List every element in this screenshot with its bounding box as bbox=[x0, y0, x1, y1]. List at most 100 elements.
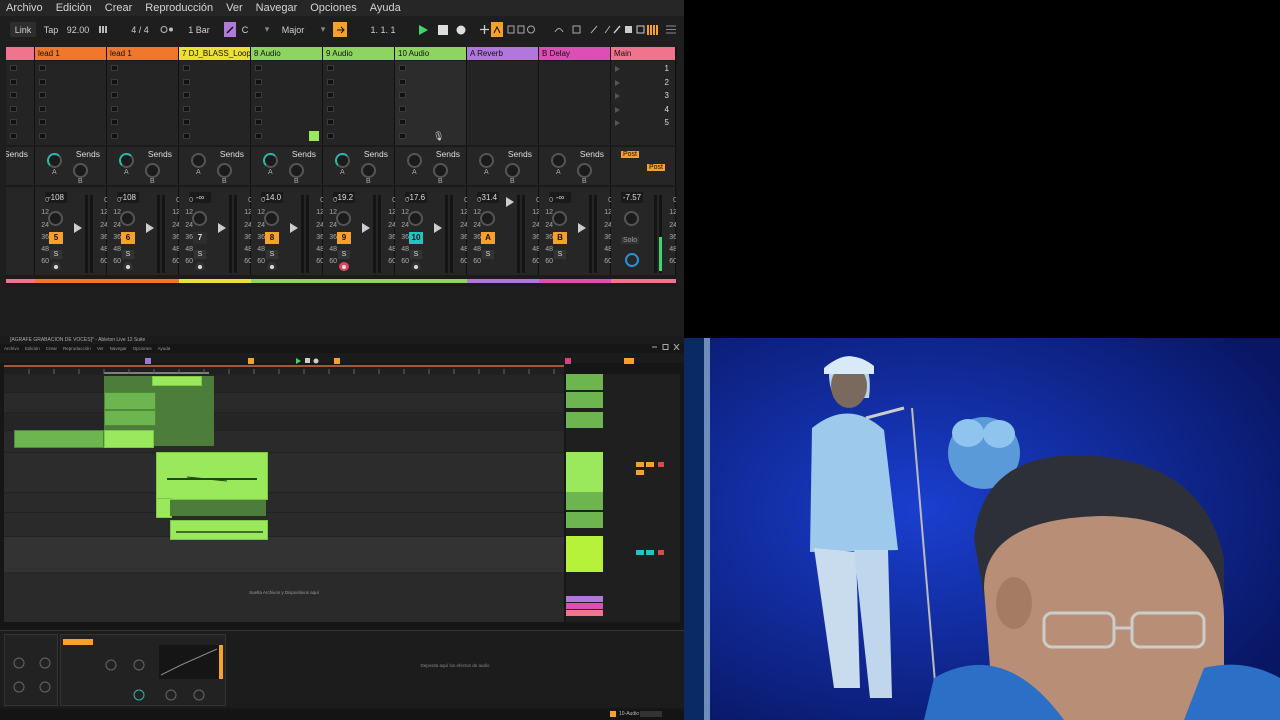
send-a-knob[interactable] bbox=[119, 153, 134, 168]
stop-icon[interactable] bbox=[436, 22, 450, 37]
track-activator[interactable]: 5 bbox=[49, 232, 63, 244]
menu-ver[interactable]: Ver bbox=[226, 2, 243, 14]
track-activator[interactable]: B bbox=[553, 232, 567, 244]
clip-slot-stop-button[interactable] bbox=[183, 132, 190, 139]
track-title[interactable] bbox=[6, 47, 35, 60]
sub-menu-crear[interactable]: Crear bbox=[46, 345, 57, 352]
send-b-knob[interactable] bbox=[289, 163, 304, 178]
sub-menu-archivo[interactable]: Archivo bbox=[4, 345, 19, 352]
audio-clip[interactable] bbox=[14, 430, 104, 448]
clip-slot-stop-button[interactable] bbox=[111, 92, 118, 98]
fader-handle-icon[interactable] bbox=[578, 223, 586, 233]
sub-menu-reproduccion[interactable]: Reproducción bbox=[63, 345, 91, 352]
fader-handle-icon[interactable] bbox=[434, 223, 442, 233]
solo-button[interactable]: S bbox=[194, 250, 206, 259]
arrangement-ruler[interactable] bbox=[4, 365, 564, 374]
solo-button[interactable]: S bbox=[410, 250, 422, 259]
scene-number[interactable]: 3 bbox=[665, 91, 669, 100]
track-header-selected[interactable] bbox=[566, 452, 603, 492]
scene-launch-icon[interactable] bbox=[615, 93, 620, 99]
send-b-knob[interactable] bbox=[145, 163, 160, 178]
clip-slot-stop-button[interactable] bbox=[255, 92, 262, 98]
utility-device[interactable] bbox=[4, 634, 58, 706]
clip-playing-indicator[interactable] bbox=[309, 131, 319, 141]
menu-ayuda[interactable]: Ayuda bbox=[370, 2, 401, 14]
send-b-knob[interactable] bbox=[73, 163, 88, 178]
key-scale-toggle-icon[interactable] bbox=[224, 22, 236, 37]
send-a-knob[interactable] bbox=[191, 153, 206, 168]
arm-button[interactable] bbox=[411, 262, 421, 271]
quantization-select[interactable]: 1 Bar bbox=[182, 22, 216, 37]
overdub-icon[interactable] bbox=[478, 22, 490, 37]
menu-navegar[interactable]: Navegar bbox=[256, 2, 298, 14]
clip-slot-stop-button[interactable] bbox=[183, 92, 190, 98]
scene-number[interactable]: 2 bbox=[665, 78, 669, 87]
fader-handle-icon[interactable] bbox=[74, 223, 82, 233]
arrangement-area[interactable] bbox=[4, 374, 564, 622]
audio-clip[interactable] bbox=[104, 410, 156, 426]
track-activator[interactable]: 8 bbox=[265, 232, 279, 244]
track-header[interactable] bbox=[566, 374, 603, 390]
pan-knob[interactable] bbox=[192, 211, 207, 226]
play-icon[interactable] bbox=[416, 22, 430, 37]
clip-slot-stop-button[interactable] bbox=[399, 78, 406, 85]
clip-slot-stop-button[interactable] bbox=[111, 65, 118, 71]
track-activator[interactable]: 6 bbox=[121, 232, 135, 244]
clip-slot-stop-button[interactable] bbox=[255, 119, 262, 125]
clip-slot-stop-button[interactable] bbox=[399, 119, 406, 125]
clip-slot-stop-button[interactable] bbox=[327, 105, 334, 112]
scene-launch-icon[interactable] bbox=[615, 66, 620, 72]
fader-handle-icon[interactable] bbox=[362, 223, 370, 233]
loop-draw-icons[interactable] bbox=[552, 22, 612, 37]
compressor-device[interactable] bbox=[60, 634, 226, 706]
fader-handle-icon[interactable] bbox=[218, 223, 226, 233]
solo-button[interactable]: S bbox=[338, 250, 350, 259]
send-a-knob[interactable] bbox=[335, 153, 350, 168]
track-title[interactable]: 10 Audio bbox=[395, 47, 467, 60]
clip-slot-stop-button[interactable] bbox=[10, 92, 17, 98]
send-a-knob[interactable] bbox=[47, 153, 62, 168]
tempo-field[interactable]: 92.00 bbox=[64, 22, 92, 37]
automation-arm-icon[interactable] bbox=[491, 22, 503, 37]
track-title[interactable]: B Delay bbox=[539, 47, 611, 60]
scene-number[interactable]: 5 bbox=[665, 118, 669, 127]
pan-knob[interactable] bbox=[120, 211, 135, 226]
clip-slot-stop-button[interactable] bbox=[10, 65, 17, 71]
return-track-a[interactable] bbox=[566, 596, 603, 602]
arm-button[interactable] bbox=[267, 262, 277, 271]
session-record-icons[interactable] bbox=[506, 22, 536, 37]
solo-button[interactable]: S bbox=[482, 250, 494, 259]
chevron-down-icon[interactable]: ▾ bbox=[262, 22, 272, 37]
scene-launch-icon[interactable] bbox=[615, 79, 620, 86]
track-activator[interactable]: A bbox=[481, 232, 495, 244]
fader-handle-icon[interactable] bbox=[146, 223, 154, 233]
pan-knob[interactable] bbox=[408, 211, 423, 226]
clip-slot-stop-button[interactable] bbox=[399, 92, 406, 98]
clip-slot-stop-button[interactable] bbox=[10, 105, 17, 112]
clip-slot-stop-button[interactable] bbox=[39, 78, 46, 85]
audio-clip[interactable] bbox=[152, 376, 202, 386]
menu-reproduccion[interactable]: Reproducción bbox=[145, 2, 213, 14]
scene-number[interactable]: 1 bbox=[665, 64, 669, 73]
track-title[interactable]: A Reverb bbox=[467, 47, 539, 60]
post-button[interactable]: Post bbox=[647, 164, 666, 171]
tap-button[interactable]: Tap bbox=[40, 22, 62, 37]
menu-opciones[interactable]: Opciones bbox=[310, 2, 356, 14]
window-controls-icon[interactable] bbox=[650, 337, 680, 351]
record-icon[interactable] bbox=[454, 22, 468, 37]
menu-edicion[interactable]: Edición bbox=[56, 2, 92, 14]
clip-slot-stop-button[interactable] bbox=[399, 65, 406, 71]
send-b-knob[interactable] bbox=[217, 163, 232, 178]
drop-files-area[interactable]: Suelta Archivos y Dispositivos aquí bbox=[4, 586, 564, 600]
scene-launch-icon[interactable] bbox=[615, 106, 620, 113]
clip-slot-stop-button[interactable] bbox=[399, 132, 406, 139]
solo-button[interactable]: S bbox=[50, 250, 62, 259]
pan-knob[interactable] bbox=[336, 211, 351, 226]
track-header-armed[interactable] bbox=[566, 536, 603, 572]
post-button[interactable]: Post bbox=[621, 151, 640, 158]
metronome-icon[interactable] bbox=[96, 22, 110, 37]
fader-handle-icon[interactable] bbox=[506, 197, 514, 207]
scene-number[interactable]: 4 bbox=[665, 105, 669, 114]
clip-slot-stop-button[interactable] bbox=[327, 92, 334, 98]
track-header[interactable] bbox=[566, 412, 603, 428]
